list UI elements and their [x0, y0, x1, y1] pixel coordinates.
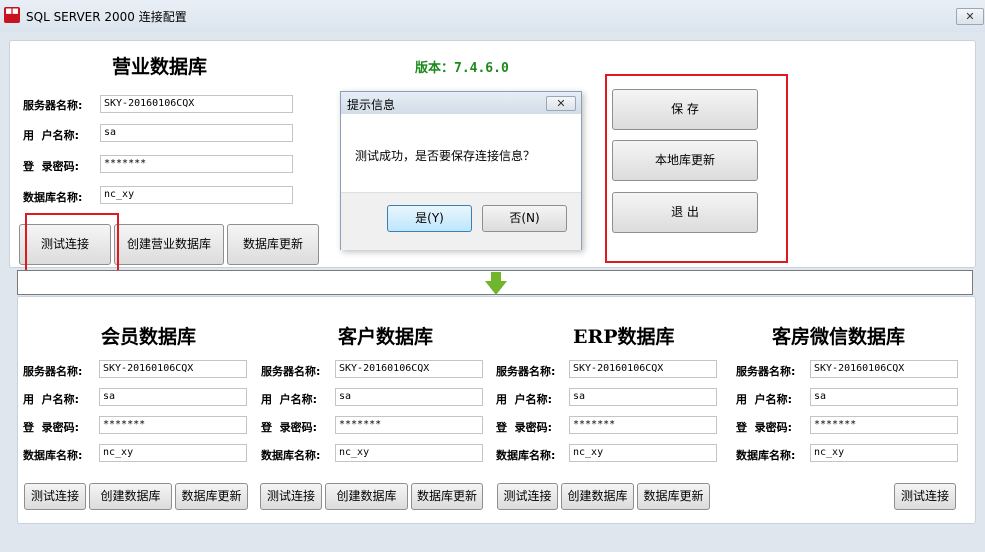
customer-server-input[interactable]: SKY-20160106CQX: [335, 360, 483, 378]
dialog-no-button[interactable]: 否(N): [482, 205, 567, 232]
dialog-yes-button[interactable]: 是(Y): [387, 205, 472, 232]
room-wechat-password-input[interactable]: *******: [810, 416, 958, 434]
member-password-input[interactable]: *******: [99, 416, 247, 434]
room-wechat-database-label: 数据库名称:: [736, 449, 796, 462]
main-database-input[interactable]: nc_xy: [100, 186, 293, 204]
dialog-message: 测试成功，是否要保存连接信息？: [355, 149, 536, 163]
customer-database-label: 数据库名称:: [261, 449, 321, 462]
customer-server-label: 服务器名称:: [261, 365, 321, 378]
main-server-label: 服务器名称:: [23, 99, 83, 112]
title-bar: ■■ SQL SERVER 2000 连接配置 ✕: [0, 0, 985, 32]
main-user-input[interactable]: sa: [100, 124, 293, 142]
main-password-input[interactable]: *******: [100, 155, 293, 173]
down-arrow-icon: [485, 272, 507, 295]
customer-user-input[interactable]: sa: [335, 388, 483, 406]
member-database-input[interactable]: nc_xy: [99, 444, 247, 462]
member-server-input[interactable]: SKY-20160106CQX: [99, 360, 247, 378]
message-dialog: 提示信息 ✕ 测试成功，是否要保存连接信息？ 是(Y) 否(N): [340, 91, 582, 250]
close-icon[interactable]: ✕: [956, 8, 984, 25]
member-db-update-button[interactable]: 数据库更新: [175, 483, 248, 510]
erp-password-label: 登 录密码:: [496, 421, 553, 434]
window-title: SQL SERVER 2000 连接配置: [26, 10, 187, 24]
dialog-title-bar: 提示信息 ✕: [341, 92, 581, 114]
main-database-label: 数据库名称:: [23, 191, 83, 204]
erp-server-label: 服务器名称:: [496, 365, 556, 378]
member-user-input[interactable]: sa: [99, 388, 247, 406]
customer-test-connection-button[interactable]: 测试连接: [260, 483, 322, 510]
erp-database-label: 数据库名称:: [496, 449, 556, 462]
action-buttons-highlight: [605, 74, 788, 263]
room-wechat-db-title: 客房微信数据库: [772, 326, 906, 348]
room-wechat-user-input[interactable]: sa: [810, 388, 958, 406]
customer-create-db-button[interactable]: 创建数据库: [325, 483, 408, 510]
room-wechat-password-label: 登 录密码:: [736, 421, 793, 434]
customer-password-label: 登 录密码:: [261, 421, 318, 434]
member-test-connection-button[interactable]: 测试连接: [24, 483, 86, 510]
member-db-title: 会员数据库: [101, 326, 197, 348]
member-server-label: 服务器名称:: [23, 365, 83, 378]
app-icon: ■■: [4, 7, 20, 23]
dialog-title: 提示信息: [347, 98, 396, 112]
room-wechat-test-connection-button[interactable]: 测试连接: [894, 483, 956, 510]
main-password-label: 登 录密码:: [23, 160, 80, 173]
customer-user-label: 用 户名称:: [261, 393, 318, 406]
main-user-label: 用 户名称:: [23, 129, 80, 142]
main-server-input[interactable]: SKY-20160106CQX: [100, 95, 293, 113]
create-business-db-button[interactable]: 创建营业数据库: [114, 224, 224, 265]
customer-db-update-button[interactable]: 数据库更新: [411, 483, 483, 510]
dialog-close-icon[interactable]: ✕: [546, 96, 576, 111]
erp-db-title: ERP数据库: [573, 326, 675, 348]
customer-database-input[interactable]: nc_xy: [335, 444, 483, 462]
erp-user-label: 用 户名称:: [496, 393, 553, 406]
member-user-label: 用 户名称:: [23, 393, 80, 406]
customer-password-input[interactable]: *******: [335, 416, 483, 434]
erp-user-input[interactable]: sa: [569, 388, 717, 406]
customer-db-title: 客户数据库: [338, 326, 434, 348]
erp-database-input[interactable]: nc_xy: [569, 444, 717, 462]
member-create-db-button[interactable]: 创建数据库: [89, 483, 172, 510]
main-db-title: 营业数据库: [112, 56, 208, 78]
test-connection-highlight: [25, 213, 119, 274]
room-wechat-user-label: 用 户名称:: [736, 393, 793, 406]
room-wechat-database-input[interactable]: nc_xy: [810, 444, 958, 462]
member-password-label: 登 录密码:: [23, 421, 80, 434]
erp-server-input[interactable]: SKY-20160106CQX: [569, 360, 717, 378]
erp-password-input[interactable]: *******: [569, 416, 717, 434]
member-database-label: 数据库名称:: [23, 449, 83, 462]
room-wechat-server-label: 服务器名称:: [736, 365, 796, 378]
main-db-update-button[interactable]: 数据库更新: [227, 224, 319, 265]
erp-test-connection-button[interactable]: 测试连接: [497, 483, 558, 510]
version-label: 版本：7.4.6.0: [415, 61, 509, 76]
erp-db-update-button[interactable]: 数据库更新: [637, 483, 710, 510]
erp-create-db-button[interactable]: 创建数据库: [561, 483, 634, 510]
room-wechat-server-input[interactable]: SKY-20160106CQX: [810, 360, 958, 378]
